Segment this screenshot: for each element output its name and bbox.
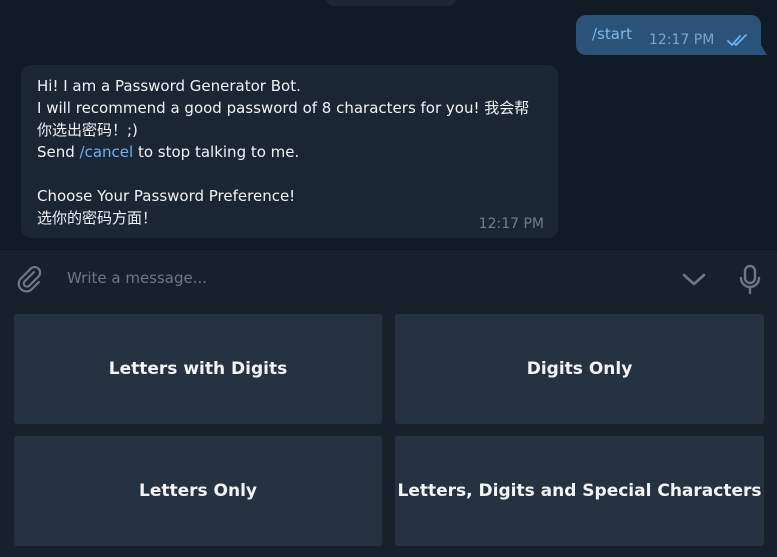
message-line: Hi! I am a Password Generator Bot. [37, 77, 301, 95]
message-line: I will recommend a good password of 8 ch… [37, 99, 530, 139]
chat-area: /start 12:17 PM Hi! I am a Password Gene… [0, 0, 777, 249]
incoming-message-body: Hi! I am a Password Generator Bot. I wil… [37, 75, 542, 229]
message-line: 选你的密码方面！ [37, 209, 158, 227]
cancel-command-link[interactable]: /cancel [80, 143, 134, 161]
message-line: Choose Your Password Preference! [37, 187, 296, 205]
message-composer: Write a message... [0, 249, 777, 307]
message-input[interactable]: Write a message... [67, 269, 207, 287]
paperclip-icon[interactable] [14, 263, 46, 295]
outgoing-message-text: /start [592, 25, 632, 43]
send-suffix: to stop talking to me. [133, 143, 300, 161]
letters-with-digits-button[interactable]: Letters with Digits [14, 314, 382, 424]
reply-keyboard: Letters with Digits Digits Only Letters … [0, 307, 777, 557]
chevron-down-icon[interactable] [680, 267, 708, 291]
bubble-tail [761, 45, 767, 55]
microphone-icon[interactable] [736, 263, 764, 295]
send-prefix: Send [37, 143, 80, 161]
letters-digits-special-button[interactable]: Letters, Digits and Special Characters [395, 436, 764, 546]
double-check-icon [727, 34, 747, 46]
incoming-message-time: 12:17 PM [478, 216, 544, 232]
incoming-message[interactable]: Hi! I am a Password Generator Bot. I wil… [21, 65, 558, 238]
digits-only-button[interactable]: Digits Only [395, 314, 764, 424]
outgoing-message-time: 12:17 PM [649, 32, 715, 48]
outgoing-message[interactable]: /start 12:17 PM [576, 15, 767, 55]
message-line-cancel: Send /cancel to stop talking to me. [37, 141, 542, 163]
date-pill [326, 0, 456, 6]
letters-only-button[interactable]: Letters Only [14, 436, 382, 546]
